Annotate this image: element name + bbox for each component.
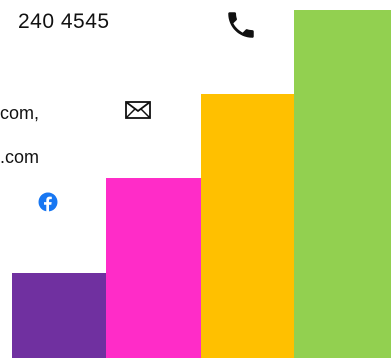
phone-number[interactable]: 240 4545	[18, 10, 110, 34]
facebook-icon[interactable]	[38, 192, 58, 212]
phone-icon	[228, 12, 254, 38]
email-address-2[interactable]: .com	[0, 147, 39, 168]
decor-bar-purple	[12, 273, 106, 358]
envelope-icon	[125, 101, 151, 119]
decor-bar-green	[294, 10, 391, 358]
decor-bar-orange	[201, 94, 294, 358]
email-address-1[interactable]: com,	[0, 103, 39, 124]
decor-bar-pink	[106, 178, 201, 358]
